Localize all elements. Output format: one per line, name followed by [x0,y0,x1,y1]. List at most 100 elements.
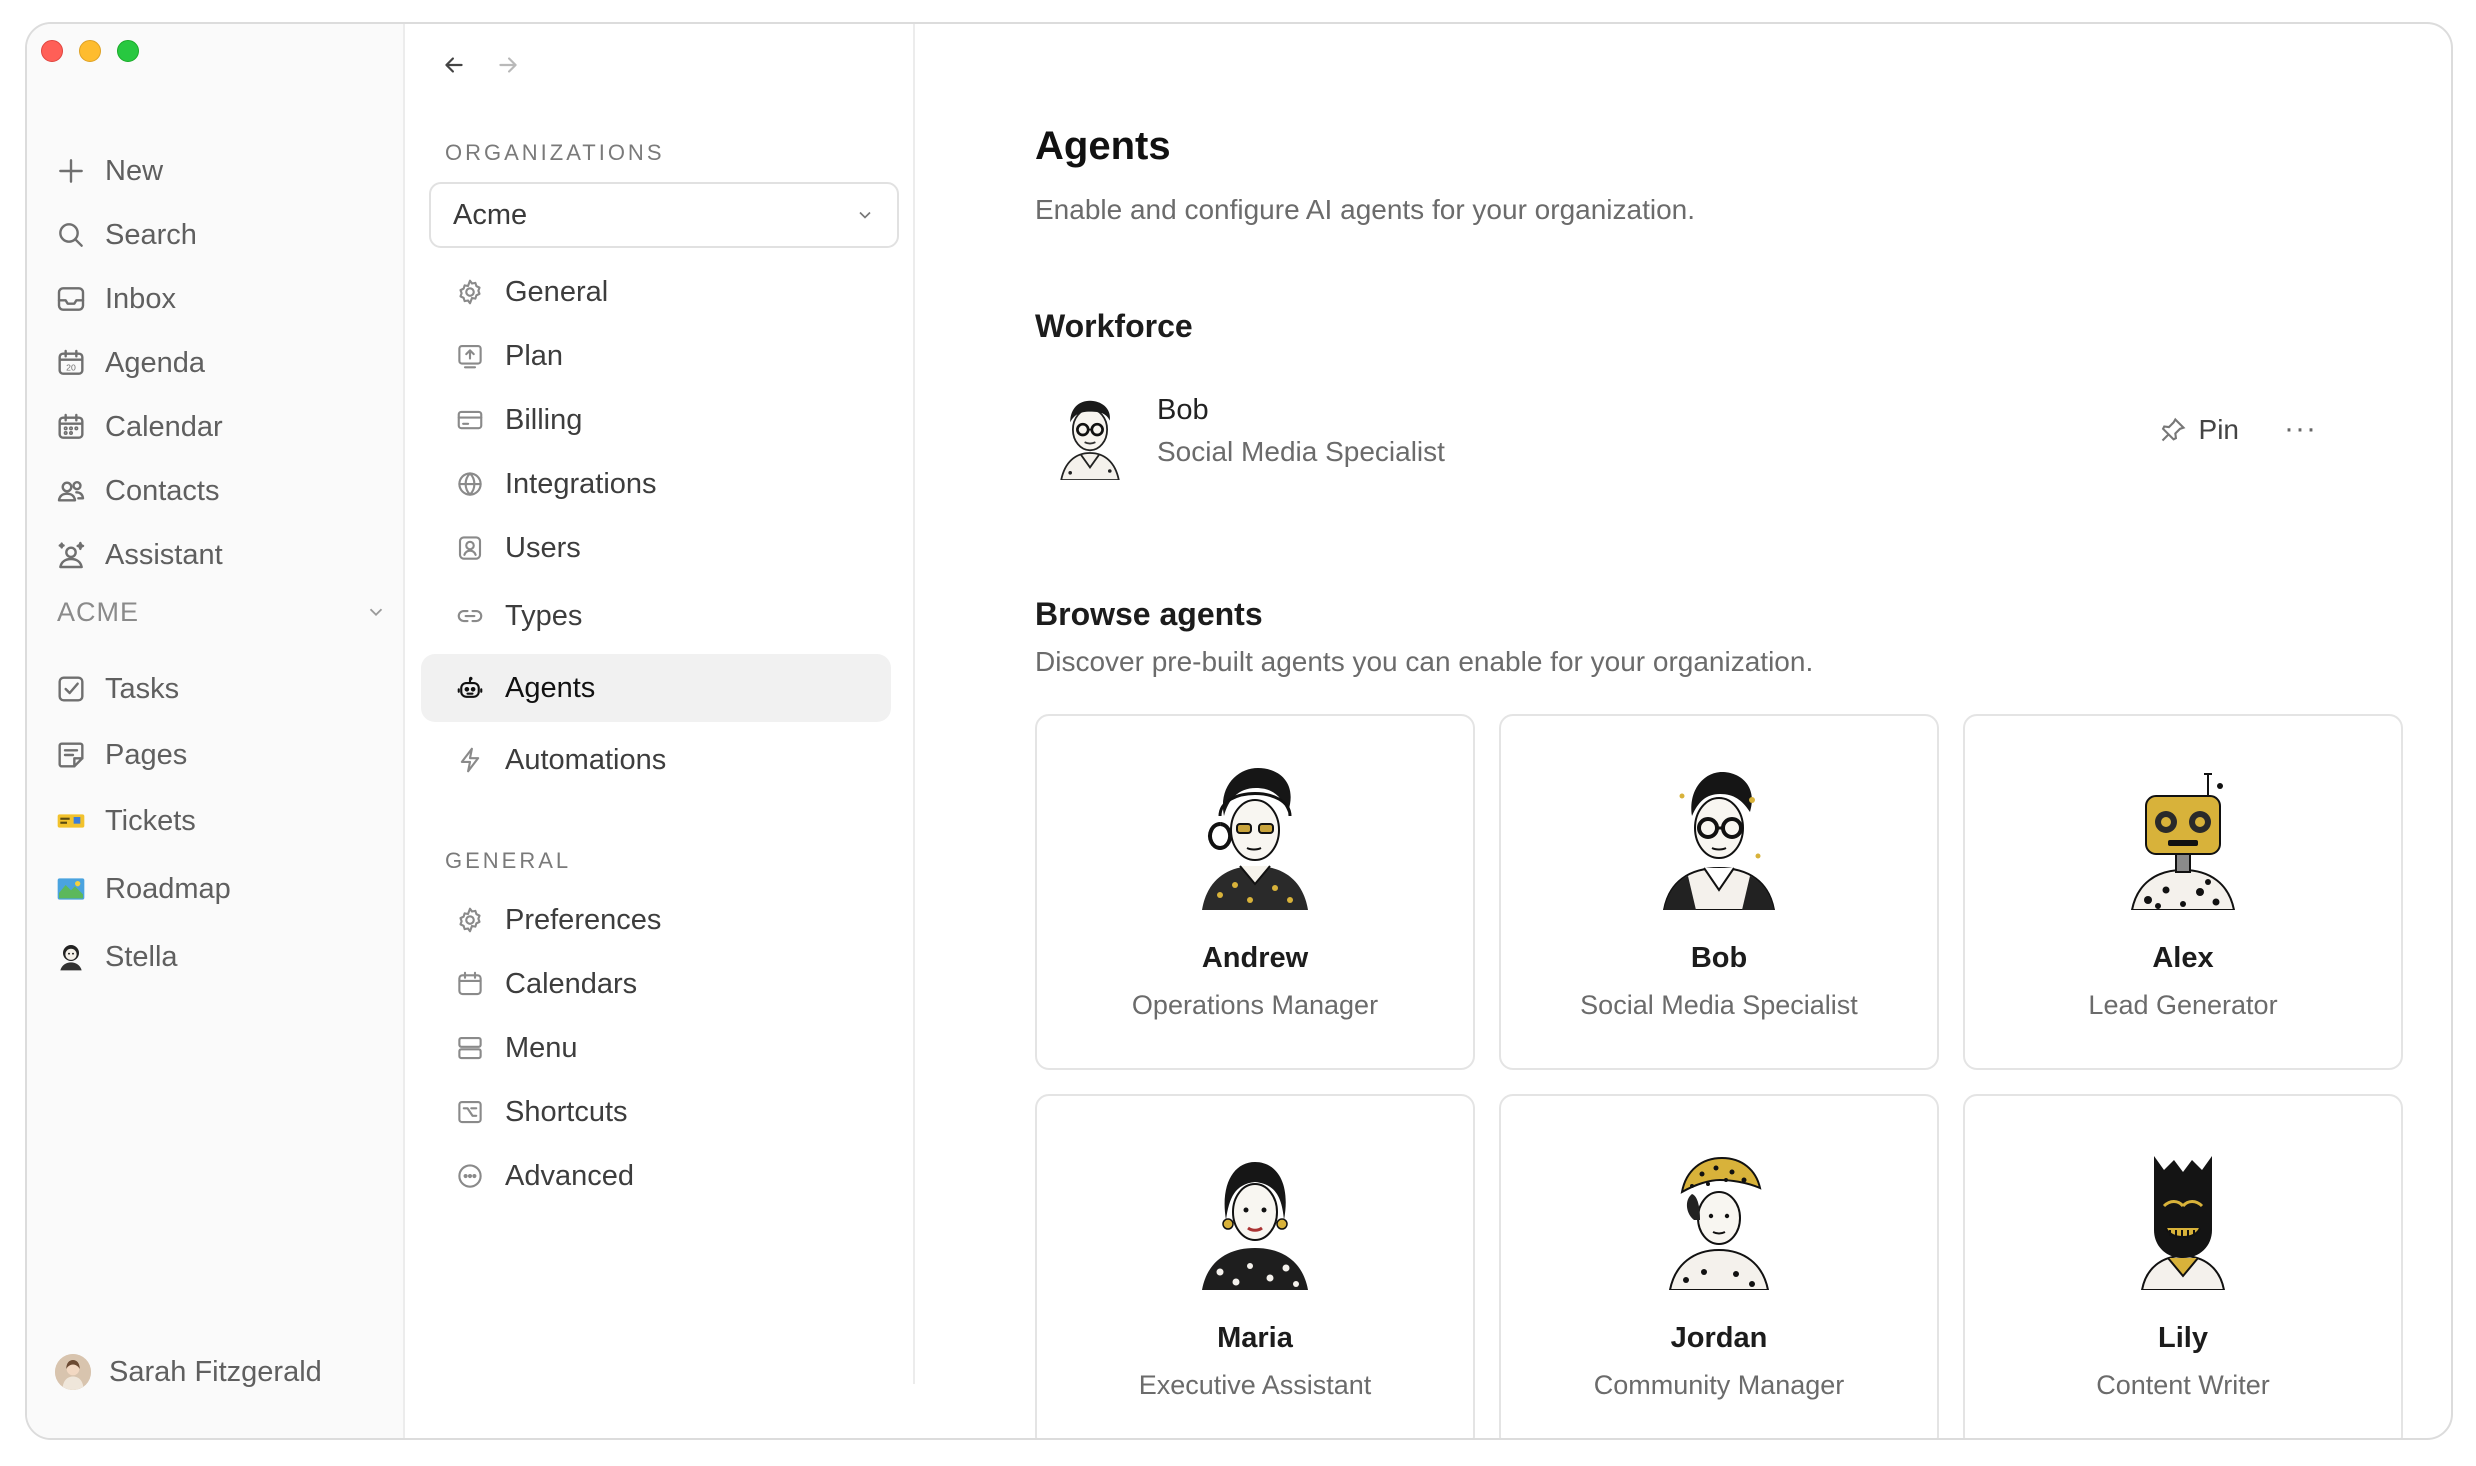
agent-card-lily[interactable]: Lily Content Writer [1963,1094,2403,1438]
settings-item-label: Integrations [505,467,657,500]
sidebar-item-agenda[interactable]: 20 Agenda [55,338,205,388]
gear-icon [459,279,481,305]
chevron-down-icon [369,608,383,617]
agent-illustration [1662,772,1776,910]
settings-nav: ORGANIZATIONS Acme General Plan Billing … [407,24,915,1384]
settings-item-label: Agents [505,671,596,704]
sidebar-item-stella[interactable]: Stella [55,932,178,982]
pin-button[interactable]: Pin [2159,414,2239,446]
browse-agents-subtitle: Discover pre-built agents you can enable… [1035,646,1814,677]
sidebar-item-label: Pages [105,738,188,771]
agent-role: Operations Manager [1131,990,1379,1020]
link-icon [457,609,483,623]
sidebar-item-label: New [105,154,164,187]
agent-card-jordan[interactable]: Jordan Community Manager [1499,1094,1939,1438]
sidebar-item-inbox[interactable]: Inbox [55,274,176,324]
window-controls [41,40,139,62]
organization-select[interactable]: Acme [429,182,899,248]
sidebar-item-contacts[interactable]: Contacts [55,466,219,516]
settings-item-label: Automations [505,743,667,776]
settings-item-automations[interactable]: Automations [421,726,891,794]
sidebar-item-label: Roadmap [105,872,231,905]
agent-card-andrew[interactable]: Andrew Operations Manager [1035,714,1475,1070]
agent-card-maria[interactable]: Maria Executive Assistant [1035,1094,1475,1438]
forward-arrow-icon[interactable] [495,52,521,78]
pin-label: Pin [2198,414,2239,445]
calendar-icon [458,971,482,996]
settings-item-integrations[interactable]: Integrations [421,450,891,518]
sidebar-item-new[interactable]: New [55,146,163,196]
contacts-icon [57,481,85,502]
menu-icon [458,1036,482,1060]
settings-item-menu[interactable]: Menu [421,1014,891,1082]
workspace-group-label: ACME [57,596,140,627]
agent-name: Maria [1217,1322,1293,1354]
credit-card-icon [457,410,483,430]
back-arrow-icon[interactable] [441,52,467,78]
settings-item-label: Plan [505,339,564,372]
sidebar-item-roadmap[interactable]: Roadmap [55,864,231,914]
page-title: Agents [1035,124,1171,168]
settings-item-agents[interactable]: Agents [421,654,891,722]
sidebar-item-label: Contacts [105,474,220,507]
plus-icon [59,159,83,183]
workspace-group-header[interactable]: ACME [57,592,387,632]
sidebar-item-assistant[interactable]: Assistant [55,530,223,580]
search-icon [59,223,83,247]
agent-card-bob[interactable]: Bob Social Media Specialist [1499,714,1939,1070]
more-options-button[interactable]: ··· [2284,412,2317,446]
organizations-section-label: ORGANIZATIONS [445,140,665,165]
agent-name: Alex [2152,942,2214,974]
page-subtitle: Enable and configure AI agents for your … [1035,194,1695,225]
ticket-emoji-icon [55,805,87,837]
agent-role: Community Manager [1593,1370,1845,1400]
sidebar-item-label: Tickets [105,804,196,837]
current-user[interactable]: Sarah Fitzgerald [55,1354,322,1390]
settings-item-billing[interactable]: Billing [421,386,891,454]
settings-item-advanced[interactable]: Advanced [421,1142,891,1210]
assistant-icon [58,541,85,569]
agent-role: Lead Generator [2088,990,2278,1020]
avatar [55,1354,91,1390]
agent-illustration [2130,773,2236,910]
gear-icon [459,907,481,933]
stella-avatar-icon [55,941,87,973]
agent-name: Lily [2158,1322,2208,1354]
settings-item-shortcuts[interactable]: Shortcuts [421,1078,891,1146]
settings-item-label: Billing [505,403,583,436]
pages-icon [58,742,84,768]
agent-card-alex[interactable]: Alex Lead Generator [1963,714,2403,1070]
settings-item-general[interactable]: General [421,258,891,326]
sidebar-item-label: Stella [105,940,178,973]
settings-item-label: Calendars [505,967,638,1000]
workforce-agent-row[interactable]: Bob Social Media Specialist Pin ··· [1035,384,2355,494]
sidebar-item-pages[interactable]: Pages [55,730,187,780]
agent-name: Bob [1690,942,1748,974]
sidebar-item-tickets[interactable]: Tickets [55,796,196,846]
sidebar-item-calendar[interactable]: Calendar [55,402,223,452]
maximize-window-button[interactable] [117,40,139,62]
sidebar-item-label: Search [105,218,197,251]
sidebar-item-search[interactable]: Search [55,210,197,260]
close-window-button[interactable] [41,40,63,62]
inbox-icon [57,287,85,311]
settings-item-calendars[interactable]: Calendars [421,950,891,1018]
sidebar-item-tasks[interactable]: Tasks [55,664,179,714]
agents-page: Agents Enable and configure AI agents fo… [917,24,2451,1438]
settings-item-preferences[interactable]: Preferences [421,886,891,954]
settings-item-label: Shortcuts [505,1095,628,1128]
settings-item-users[interactable]: Users [421,514,891,582]
sidebar-item-label: Calendar [105,410,223,443]
settings-item-plan[interactable]: Plan [421,322,891,390]
map-emoji-icon [55,873,87,905]
settings-item-label: Types [505,599,583,632]
minimize-window-button[interactable] [79,40,101,62]
sidebar-item-label: Assistant [105,538,223,571]
agenda-icon: 20 [58,349,84,375]
settings-item-types[interactable]: Types [421,582,891,650]
organization-select-value: Acme [453,198,528,231]
history-nav [441,52,521,78]
robot-icon [457,676,483,698]
sidebar-item-label: Tasks [105,672,180,705]
svg-text:20: 20 [66,362,76,372]
